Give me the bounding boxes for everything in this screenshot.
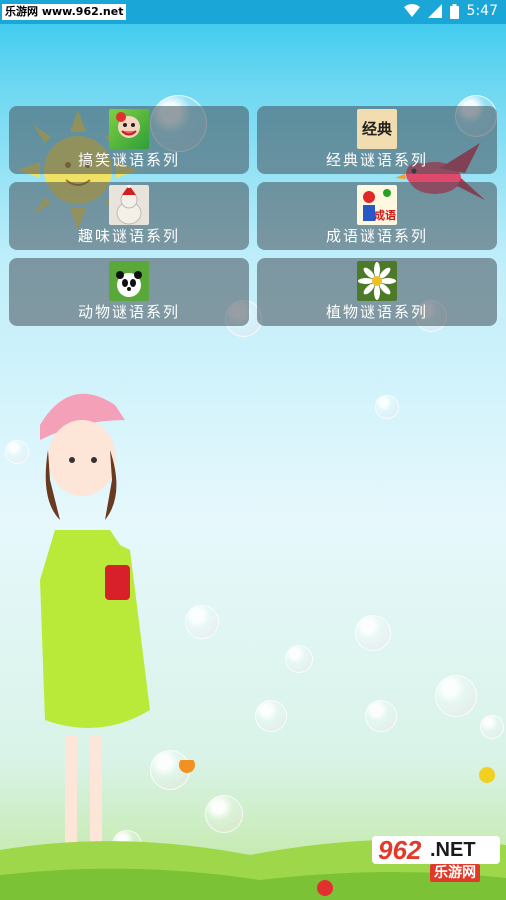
category-label: 趣味谜语系列 [77,227,180,245]
wifi-icon [403,4,420,18]
category-interesting[interactable]: 趣味谜语系列 [9,182,249,250]
bubble [375,395,399,419]
idiom-icon-text: 成语 [374,209,396,222]
brand-logo-suffix: .NET [430,839,476,861]
idiom-icon: 成语 [357,185,397,225]
category-label: 动物谜语系列 [77,303,180,321]
funny-cartoon-icon [109,109,149,149]
brand-logo-name: 乐游网 [430,864,480,882]
category-funny[interactable]: 搞笑谜语系列 [9,106,249,174]
category-animal[interactable]: 动物谜语系列 [9,258,249,326]
clock-time: 5:47 [466,3,498,19]
status-bar: 乐游网 www.962.net 5:47 [0,0,506,24]
daisy-icon [357,261,397,301]
status-icons: 5:47 [403,3,498,19]
brand-logo-number: 962 [378,835,422,865]
bubble [435,675,477,717]
panda-icon [109,261,149,301]
category-classic[interactable]: 经典 经典谜语系列 [257,106,497,174]
category-label: 经典谜语系列 [325,151,428,169]
battery-icon [449,3,459,19]
brand-logo: 962 .NET 乐游网 [372,836,500,882]
classic-icon-text: 经典 [361,120,392,138]
signal-icon [427,4,442,18]
category-label: 植物谜语系列 [325,303,428,321]
santa-dog-icon [109,185,149,225]
bubble [185,605,219,639]
category-label: 搞笑谜语系列 [77,151,180,169]
bubble [255,700,287,732]
category-plant[interactable]: 植物谜语系列 [257,258,497,326]
bubble [480,715,504,739]
bubble [365,700,397,732]
category-label: 成语谜语系列 [325,227,428,245]
category-idiom[interactable]: 成语 成语谜语系列 [257,182,497,250]
classic-icon: 经典 [357,109,397,149]
site-watermark: 乐游网 www.962.net [2,4,127,20]
bubble [285,645,313,673]
bubble [355,615,391,651]
